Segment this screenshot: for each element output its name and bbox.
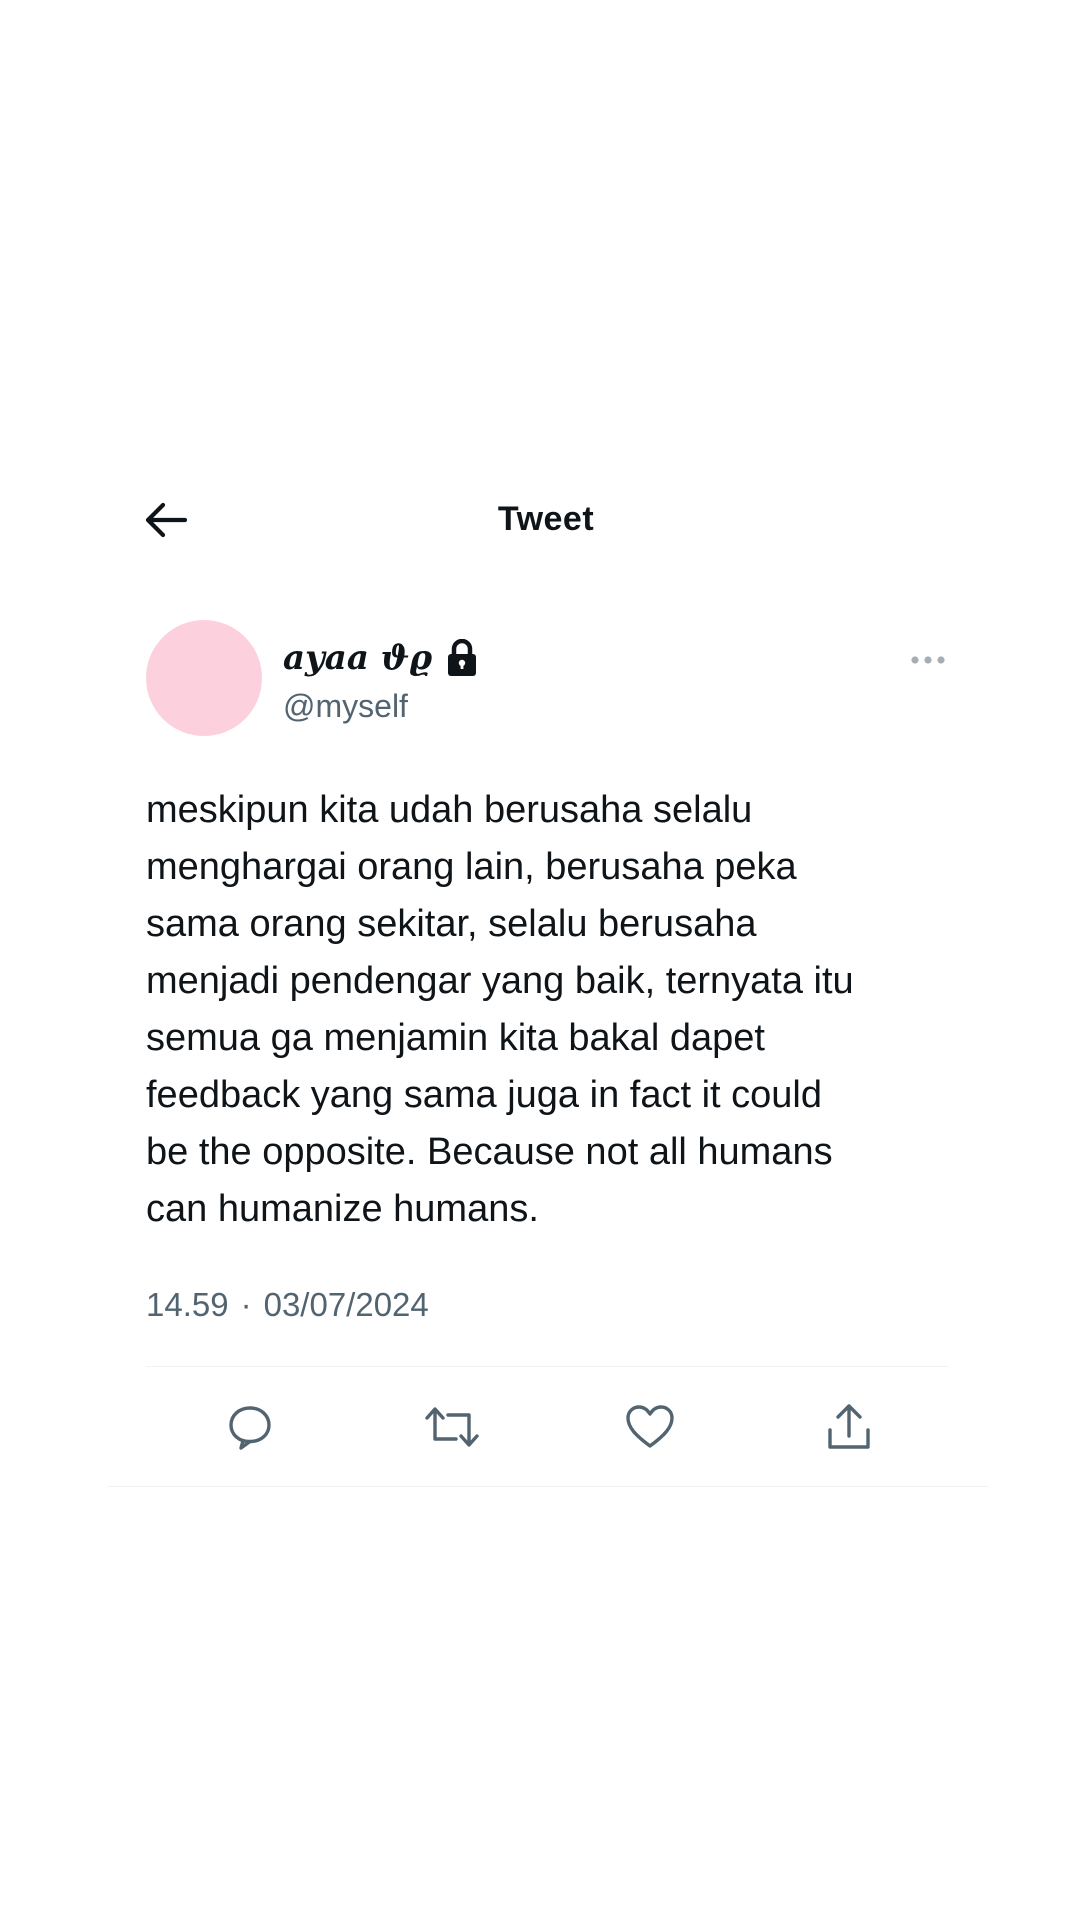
retweet-icon: [425, 1407, 479, 1447]
lock-icon: [446, 639, 478, 677]
avatar[interactable]: [146, 620, 262, 736]
speech-bubble-icon: [229, 1406, 271, 1450]
like-button[interactable]: [623, 1400, 677, 1454]
tweet-time: 14.59: [146, 1286, 229, 1323]
action-bar: [146, 1400, 948, 1454]
share-upload-icon: [828, 1404, 870, 1449]
more-options-button[interactable]: [906, 648, 950, 672]
divider: [146, 1366, 948, 1367]
tweet-date: 03/07/2024: [263, 1286, 429, 1323]
tweet-author: ayaa ϑϱ @myself: [146, 620, 946, 740]
more-dots-icon: [911, 656, 945, 664]
user-handle[interactable]: @myself: [283, 688, 408, 725]
heart-icon: [626, 1405, 674, 1448]
share-button[interactable]: [822, 1400, 876, 1454]
top-bar: Tweet: [0, 490, 1080, 550]
divider: [108, 1486, 988, 1487]
tweet-timestamp[interactable]: 14.59 · 03/07/2024: [146, 1286, 429, 1324]
timestamp-separator: ·: [240, 1286, 252, 1323]
page-title: Tweet: [497, 500, 595, 538]
display-name-row: ayaa ϑϱ: [283, 638, 478, 678]
display-name[interactable]: ayaa ϑϱ: [283, 638, 432, 678]
reply-button[interactable]: [223, 1400, 277, 1454]
tweet-text: meskipun kita udah berusaha selalu mengh…: [146, 789, 854, 1230]
retweet-button[interactable]: [422, 1400, 482, 1454]
